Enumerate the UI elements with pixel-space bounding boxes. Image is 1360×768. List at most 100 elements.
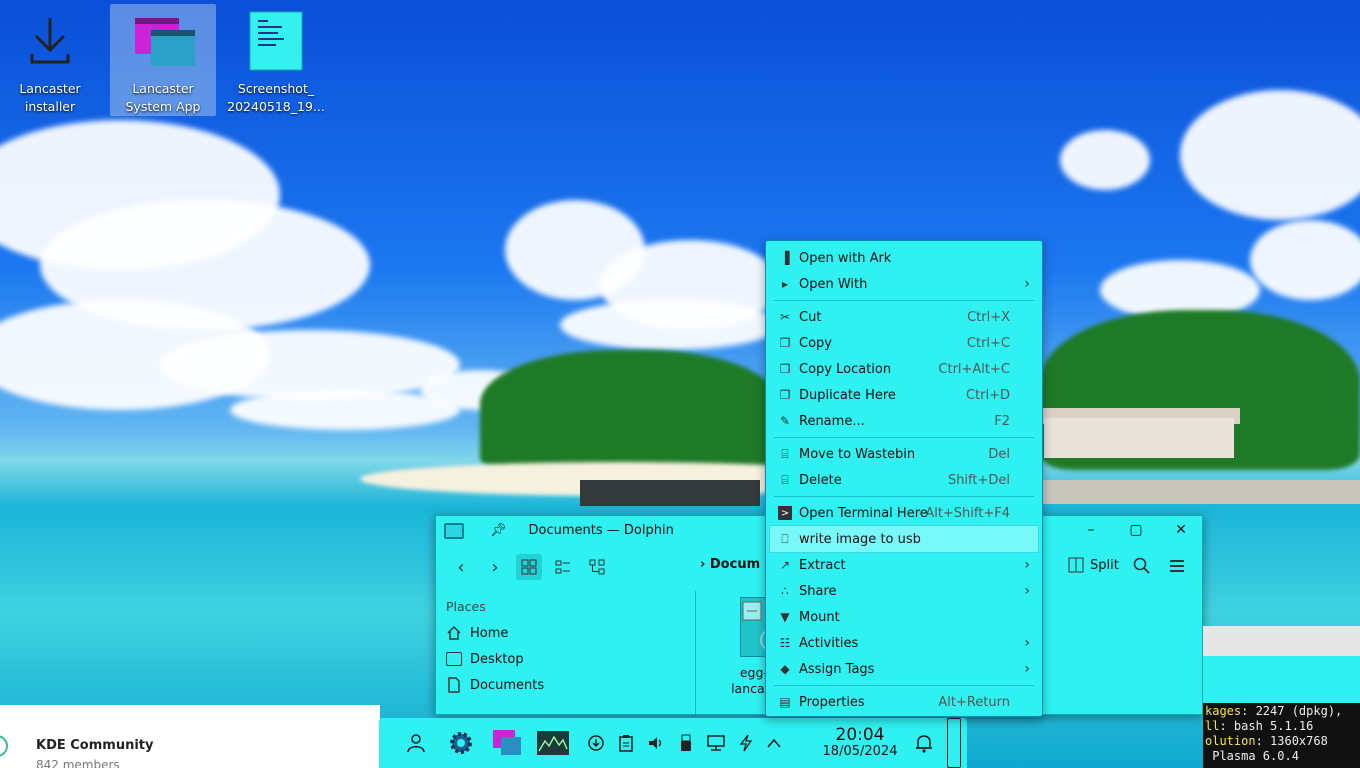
clipboard-icon[interactable] (612, 729, 640, 757)
tree-view-icon (589, 559, 605, 575)
chevron-right-icon: › (1024, 661, 1030, 677)
open-with-icon: ▸ (781, 277, 789, 291)
chevron-up-icon[interactable] (760, 729, 788, 757)
update-icon[interactable] (582, 729, 610, 757)
chevron-right-icon: › (1024, 635, 1030, 651)
desktop-icon-label: Screenshot_ (237, 81, 315, 96)
places-header: Places (446, 599, 486, 614)
download-icon (20, 10, 80, 72)
compact-list-icon (555, 560, 570, 574)
place-desktop[interactable]: Desktop (446, 646, 695, 672)
activities-icon: ☷ (779, 636, 791, 650)
user-icon[interactable] (402, 729, 430, 757)
volume-icon[interactable] (642, 729, 670, 757)
menu-item-open-terminal-here[interactable]: > Open Terminal Here Alt+Shift+F4 (766, 500, 1042, 526)
pin-icon[interactable]: 📌︎ (490, 523, 507, 538)
menu-item-mount[interactable]: ▼ Mount (766, 604, 1042, 630)
desktop-icon-lancaster-system-app[interactable]: Lancaster System App (110, 4, 216, 116)
menu-item-rename[interactable]: ✎ Rename... F2 (766, 408, 1042, 434)
menu-item-assign-tags[interactable]: ◆ Assign Tags › (766, 656, 1042, 682)
community-members: 842 members (36, 758, 120, 768)
search-icon[interactable] (1133, 557, 1151, 579)
details-view-button[interactable] (584, 554, 610, 580)
power-lightning-icon[interactable] (732, 729, 760, 757)
menu-item-move-to-wastebin[interactable]: ⌸ Move to Wastebin Del (766, 441, 1042, 467)
home-icon (446, 625, 462, 641)
forward-button[interactable]: › (482, 554, 508, 580)
maximize-button[interactable]: ▢ (1125, 520, 1147, 542)
usb-icon: ⎕ (781, 531, 789, 546)
menu-item-copy-location[interactable]: ❐ Copy Location Ctrl+Alt+C (766, 356, 1042, 382)
terminal-icon: > (778, 506, 792, 520)
terminal-line: Plasma 6.0.4 (1205, 749, 1299, 763)
menu-item-properties[interactable]: ▤ Properties Alt+Return (766, 689, 1042, 715)
place-label: Desktop (470, 651, 524, 667)
chevron-right-icon: › (1024, 276, 1030, 292)
menu-item-cut[interactable]: ✂ Cut Ctrl+X (766, 304, 1042, 330)
place-home[interactable]: Home (446, 620, 695, 646)
split-label: Split (1090, 557, 1119, 573)
menu-item-open-with[interactable]: ▸ Open With › (766, 271, 1042, 297)
copy-location-icon: ❐ (779, 362, 791, 376)
hamburger-menu-icon[interactable] (1168, 557, 1186, 579)
windows-app-icon (133, 10, 195, 72)
menu-separator (774, 300, 1034, 301)
windows-app-icon[interactable] (493, 729, 521, 757)
community-avatar-icon (0, 735, 8, 757)
menu-item-open-with-ark[interactable]: ▐ Open with Ark (766, 245, 1042, 271)
menu-item-copy[interactable]: ❐ Copy Ctrl+C (766, 330, 1042, 356)
desktop-icon-screenshot[interactable]: Screenshot_ 20240518_19... (223, 4, 329, 116)
grid-icon (521, 559, 537, 575)
ark-icon: ▐ (780, 251, 790, 265)
folder-app-icon[interactable] (444, 522, 464, 539)
usb-device-icon[interactable] (672, 729, 700, 757)
menu-item-duplicate-here[interactable]: ❐ Duplicate Here Ctrl+D (766, 382, 1042, 408)
duplicate-icon: ❐ (779, 388, 791, 402)
desktop-icon-label: Lancaster (19, 81, 81, 96)
menu-item-write-image-to-usb[interactable]: ⎕ write image to usb (769, 525, 1039, 553)
place-documents[interactable]: Documents (446, 672, 695, 698)
trash-icon: ⌸ (781, 446, 789, 461)
network-icon[interactable] (702, 729, 730, 757)
clock[interactable]: 20:04 18/05/2024 (819, 726, 901, 760)
desktop-icon-label: Lancaster (132, 81, 194, 96)
clock-time: 20:04 (835, 725, 885, 745)
compact-view-button[interactable] (550, 554, 576, 580)
share-icon: ∴ (781, 584, 789, 598)
copy-icon: ❐ (779, 336, 791, 350)
delete-icon: ⌸ (781, 472, 789, 487)
icons-view-button[interactable] (516, 554, 542, 580)
menu-item-delete[interactable]: ⌸ Delete Shift+Del (766, 467, 1042, 493)
desktop-icon (446, 652, 462, 666)
menu-item-activities[interactable]: ☷ Activities › (766, 630, 1042, 656)
desktop-icon-label: System App (125, 99, 201, 114)
place-label: Home (470, 625, 509, 641)
terminal-line: olution: 1360x768 (1205, 734, 1328, 748)
terminal-line: kages: 2247 (dpkg), (1205, 704, 1343, 718)
system-monitor-icon[interactable] (537, 729, 569, 757)
window-title: Documents — Dolphin (528, 523, 674, 538)
notifications-bell-icon[interactable] (910, 729, 938, 757)
properties-icon: ▤ (779, 695, 791, 709)
breadcrumb-documents[interactable]: Docum (710, 557, 760, 572)
close-button[interactable]: ✕ (1170, 520, 1192, 542)
file-context-menu: ▐ Open with Ark ▸ Open With › ✂ Cut Ctrl… (765, 240, 1043, 717)
minimize-button[interactable]: – (1080, 520, 1102, 542)
split-view-icon (1068, 557, 1084, 573)
image-file-icon (246, 10, 306, 72)
back-button[interactable]: ‹ (448, 554, 474, 580)
menu-separator (774, 496, 1034, 497)
settings-gear-icon[interactable] (447, 729, 475, 757)
mount-icon: ▼ (780, 610, 790, 624)
kde-community-card[interactable]: KDE Community 842 members (0, 705, 380, 768)
clock-date: 18/05/2024 (822, 744, 898, 759)
chevron-right-icon: › (1024, 583, 1030, 599)
breadcrumb[interactable]: › Docum (700, 557, 760, 572)
terminal-output: kages: 2247 (dpkg), ll: bash 5.1.16 olutio… (1203, 703, 1360, 768)
menu-item-share[interactable]: ∴ Share › (766, 578, 1042, 604)
split-button[interactable]: Split (1068, 557, 1119, 573)
desktop-icon-lancaster-installer[interactable]: Lancaster installer (0, 4, 103, 116)
show-desktop-button[interactable] (947, 718, 961, 768)
menu-item-extract[interactable]: ↗ Extract › (766, 552, 1042, 578)
places-panel: Places Home Desktop Documents (436, 591, 696, 714)
